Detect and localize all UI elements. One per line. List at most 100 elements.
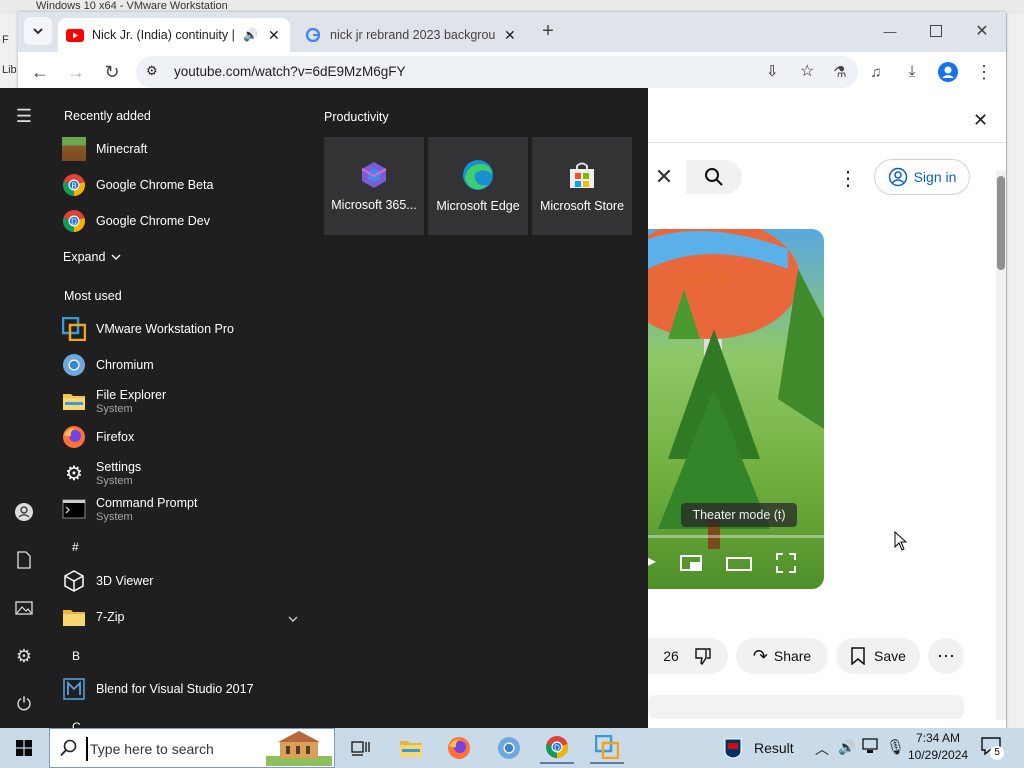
app-7zip-folder[interactable]: 7-Zip: [62, 599, 312, 635]
app-3d-viewer[interactable]: 3D Viewer: [62, 563, 312, 599]
back-button[interactable]: ←: [26, 58, 54, 86]
speaker-icon[interactable]: 🔊: [243, 28, 258, 42]
letter-b-header[interactable]: B: [72, 649, 80, 663]
miniplayer-button[interactable]: [680, 555, 702, 571]
media-button[interactable]: ♫: [862, 58, 890, 86]
app-settings[interactable]: ⚙ Settings System: [62, 455, 312, 491]
microphone-icon[interactable]: 🎙: [886, 738, 905, 756]
app-firefox[interactable]: Firefox: [62, 419, 312, 455]
taskbar-firefox[interactable]: [442, 732, 476, 764]
letter-c-header[interactable]: C: [72, 720, 81, 728]
share-button[interactable]: ↷ Share: [736, 638, 828, 674]
expand-button[interactable]: Expand: [63, 250, 121, 264]
show-hidden-icons[interactable]: ︿: [815, 739, 829, 759]
profile-button[interactable]: [934, 58, 962, 86]
app-minecraft[interactable]: Minecraft: [62, 131, 312, 167]
app-name: 3D Viewer: [96, 574, 154, 588]
labs-button[interactable]: ⚗: [826, 58, 854, 86]
tile-microsoft-store[interactable]: Microsoft Store: [532, 137, 632, 235]
network-icon[interactable]: [862, 738, 880, 757]
maximize-icon: [930, 25, 942, 37]
app-file-explorer[interactable]: File Explorer System: [62, 383, 312, 419]
arrow-left-icon: ←: [31, 61, 49, 82]
task-view-button[interactable]: [344, 732, 378, 764]
install-app-icon[interactable]: ⇩: [766, 62, 779, 80]
tile-microsoft-edge[interactable]: Microsoft Edge: [428, 137, 528, 235]
bookmark-icon: [851, 647, 865, 665]
menu-button[interactable]: ⋮: [970, 58, 998, 86]
taskbar-chromium[interactable]: [492, 732, 526, 764]
description-box[interactable]: [648, 695, 964, 719]
taskbar-search[interactable]: Type here to search: [49, 728, 335, 768]
volume-icon[interactable]: 🔊: [838, 739, 855, 756]
taskbar-vmware[interactable]: [590, 732, 624, 764]
app-command-prompt[interactable]: Command Prompt System: [62, 491, 312, 527]
forward-button[interactable]: →: [62, 58, 90, 86]
close-banner-icon[interactable]: ✕: [973, 110, 988, 131]
arrow-right-icon: →: [67, 61, 85, 82]
page-scrollbar[interactable]: [996, 170, 1006, 720]
theater-mode-button[interactable]: [726, 557, 752, 571]
app-subtitle: System: [96, 510, 133, 523]
action-center-button[interactable]: 5: [980, 736, 1010, 762]
downloads-button[interactable]: ⤓: [898, 58, 926, 86]
video-player[interactable]: nick jr. Theater mode (t) ▸: [648, 229, 824, 589]
weather-widget[interactable]: Result: [724, 737, 794, 759]
tab-nick-jr[interactable]: Nick Jr. (India) continuity | D 🔊 ✕: [58, 18, 290, 52]
search-placeholder: Type here to search: [90, 741, 214, 757]
taskbar: Type here to search D Result ︿ 🔊 🎙 7:34 …: [0, 728, 1024, 768]
maximize-button[interactable]: [922, 17, 950, 45]
url-text[interactable]: youtube.com/watch?v=6dE9MzM6gFY: [174, 64, 406, 79]
new-tab-button[interactable]: +: [534, 17, 562, 45]
hamburger-button[interactable]: ☰: [12, 104, 36, 128]
plus-icon: +: [542, 19, 554, 42]
bookmark-star-icon[interactable]: ☆: [800, 61, 814, 81]
app-name: Settings: [96, 459, 142, 474]
svg-text:D: D: [554, 744, 560, 753]
documents-button[interactable]: [12, 548, 36, 572]
app-name: VMware Workstation Pro: [96, 322, 235, 336]
app-chrome-dev[interactable]: D Google Chrome Dev: [62, 203, 312, 239]
gear-icon: ⚙: [65, 462, 83, 485]
app-chrome-beta[interactable]: B Google Chrome Beta: [62, 167, 312, 203]
sign-in-button[interactable]: Sign in: [874, 159, 970, 195]
progress-bar[interactable]: [648, 535, 824, 538]
app-vmware[interactable]: VMware Workstation Pro: [62, 311, 312, 347]
user-icon: [15, 503, 33, 521]
clear-search-button[interactable]: ✕: [646, 160, 682, 194]
user-account-button[interactable]: [12, 500, 36, 524]
close-tab-icon[interactable]: ✕: [268, 27, 280, 44]
save-button[interactable]: Save: [836, 638, 920, 674]
power-button[interactable]: ⏻: [12, 692, 36, 716]
store-icon: [570, 162, 594, 188]
tab-title: Nick Jr. (India) continuity | D: [92, 28, 237, 42]
clock[interactable]: 7:34 AM 10/29/2024: [908, 731, 968, 762]
yt-settings-icon[interactable]: ⋮: [838, 166, 858, 191]
dislike-button[interactable]: [678, 638, 728, 674]
tab-google-search[interactable]: nick jr rebrand 2023 backgroun ✕: [298, 18, 524, 52]
next-icon[interactable]: ▸: [648, 551, 656, 571]
fullscreen-button[interactable]: [776, 553, 796, 573]
start-button[interactable]: [0, 728, 48, 768]
more-actions-button[interactable]: ⋯: [928, 638, 964, 674]
tab-search-button[interactable]: [24, 17, 52, 45]
expand-folder-button[interactable]: [288, 611, 298, 626]
taskbar-chrome-dev[interactable]: D: [540, 732, 574, 764]
search-button[interactable]: [686, 160, 742, 194]
close-tab-icon[interactable]: ✕: [504, 27, 516, 44]
app-blend[interactable]: Blend for Visual Studio 2017: [62, 671, 312, 707]
close-window-button[interactable]: ✕: [968, 17, 996, 45]
reload-button[interactable]: ↻: [98, 58, 126, 86]
minimize-button[interactable]: —: [876, 17, 904, 45]
address-bar[interactable]: ⚙ youtube.com/watch?v=6dE9MzM6gFY ⇩ ☆: [136, 56, 858, 88]
pictures-button[interactable]: [12, 596, 36, 620]
letter-hash-header[interactable]: #: [72, 540, 79, 554]
taskbar-file-explorer[interactable]: [394, 732, 428, 764]
site-settings-icon[interactable]: ⚙: [146, 63, 158, 79]
chrome-dev-icon: D: [62, 209, 86, 233]
scrollbar-thumb[interactable]: [997, 176, 1005, 270]
tile-microsoft-365[interactable]: Microsoft 365...: [324, 137, 424, 235]
app-chromium[interactable]: Chromium: [62, 347, 312, 383]
settings-button[interactable]: ⚙: [12, 644, 36, 668]
recently-added-heading: Recently added: [64, 109, 151, 123]
